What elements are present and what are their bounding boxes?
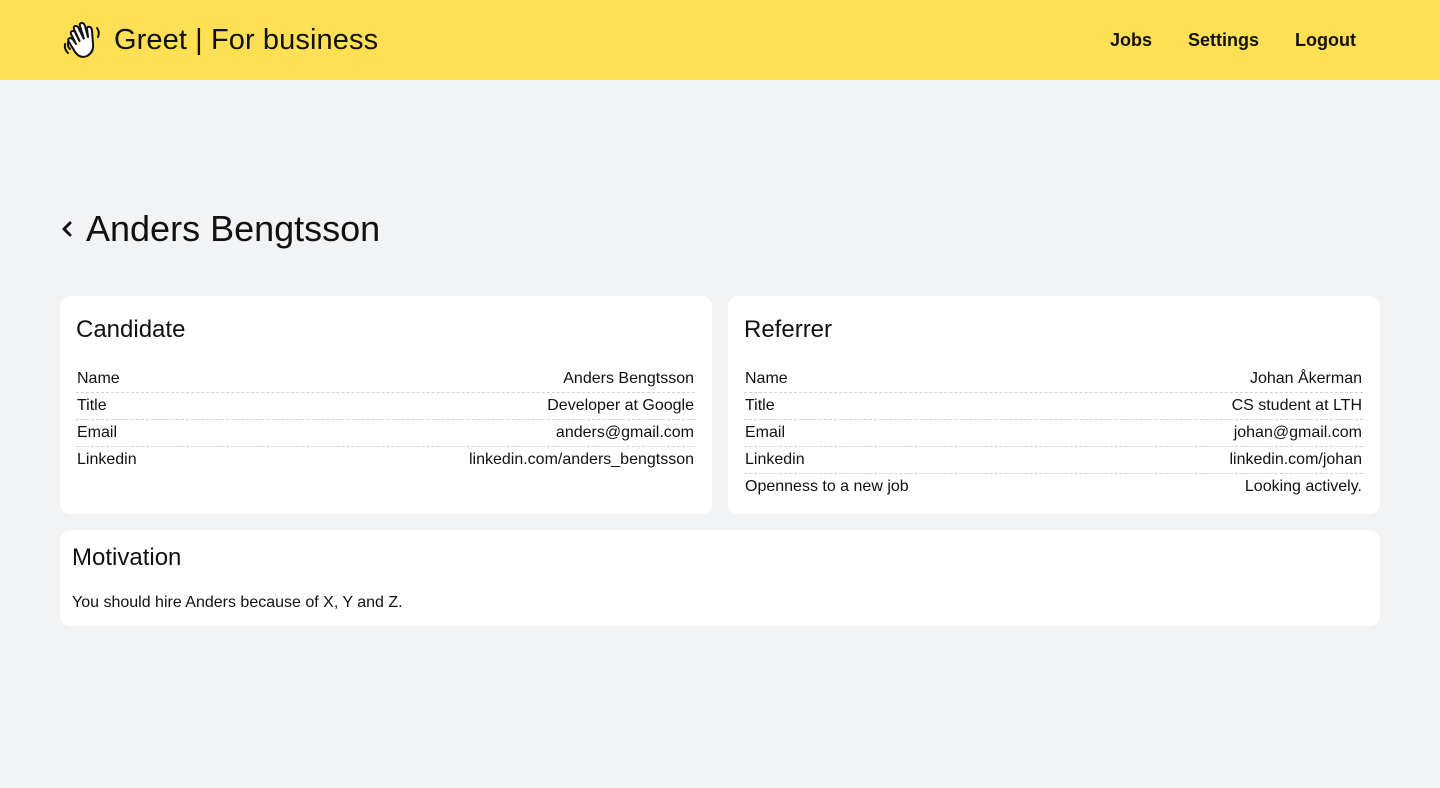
candidate-row-name: Name Anders Bengtsson: [76, 366, 695, 393]
motivation-text: You should hire Anders because of X, Y a…: [72, 594, 403, 611]
row-value: Looking actively.: [1244, 478, 1362, 495]
row-label: Title: [77, 397, 107, 414]
chevron-left-icon[interactable]: [60, 217, 76, 241]
row-value: Developer at Google: [547, 397, 694, 414]
row-label: Name: [77, 370, 120, 387]
row-label: Openness to a new job: [745, 478, 909, 495]
row-label: Email: [77, 424, 118, 441]
row-value: CS student at LTH: [1231, 397, 1362, 414]
row-value: johan@gmail.com: [1233, 424, 1362, 441]
waving-hand-icon: [60, 17, 106, 63]
row-value: linkedin.com/anders_bengtsson: [468, 451, 694, 468]
motivation-heading: Motivation: [72, 544, 182, 571]
referrer-row-name: Name Johan Åkerman: [744, 366, 1363, 393]
referrer-row-openness: Openness to a new job Looking actively.: [744, 474, 1363, 500]
nav-logout[interactable]: Logout: [1295, 30, 1356, 51]
row-value: linkedin.com/johan: [1229, 451, 1362, 468]
top-bar: Greet | For business Jobs Settings Logou…: [0, 0, 1440, 80]
candidate-card: Candidate Name Anders Bengtsson Title De…: [60, 296, 712, 514]
candidate-row-title: Title Developer at Google: [76, 393, 695, 420]
referrer-details: Name Johan Åkerman Title CS student at L…: [744, 366, 1363, 500]
referrer-row-linkedin: Linkedin linkedin.com/johan: [744, 447, 1363, 474]
brand[interactable]: Greet | For business: [60, 17, 378, 63]
referrer-row-email: Email johan@gmail.com: [744, 420, 1363, 447]
row-value: Anders Bengtsson: [563, 370, 694, 387]
nav-jobs[interactable]: Jobs: [1110, 30, 1152, 51]
referrer-card: Referrer Name Johan Åkerman Title CS stu…: [728, 296, 1380, 514]
candidate-row-linkedin: Linkedin linkedin.com/anders_bengtsson: [76, 447, 695, 473]
row-label: Linkedin: [745, 451, 805, 468]
referrer-heading: Referrer: [744, 316, 833, 343]
candidate-heading: Candidate: [76, 316, 186, 343]
row-label: Title: [745, 397, 775, 414]
row-value: anders@gmail.com: [555, 424, 694, 441]
page-title: Anders Bengtsson: [86, 208, 381, 249]
candidate-row-email: Email anders@gmail.com: [76, 420, 695, 447]
main-nav: Jobs Settings Logout: [1110, 30, 1380, 51]
brand-title: Greet | For business: [114, 23, 379, 56]
row-label: Linkedin: [77, 451, 137, 468]
row-value: Johan Åkerman: [1249, 370, 1362, 387]
row-label: Name: [745, 370, 788, 387]
motivation-card: Motivation You should hire Anders becaus…: [60, 530, 1380, 626]
row-label: Email: [745, 424, 786, 441]
nav-settings[interactable]: Settings: [1188, 30, 1259, 51]
page-header: Anders Bengtsson: [60, 208, 380, 250]
referrer-row-title: Title CS student at LTH: [744, 393, 1363, 420]
candidate-details: Name Anders Bengtsson Title Developer at…: [76, 366, 695, 473]
